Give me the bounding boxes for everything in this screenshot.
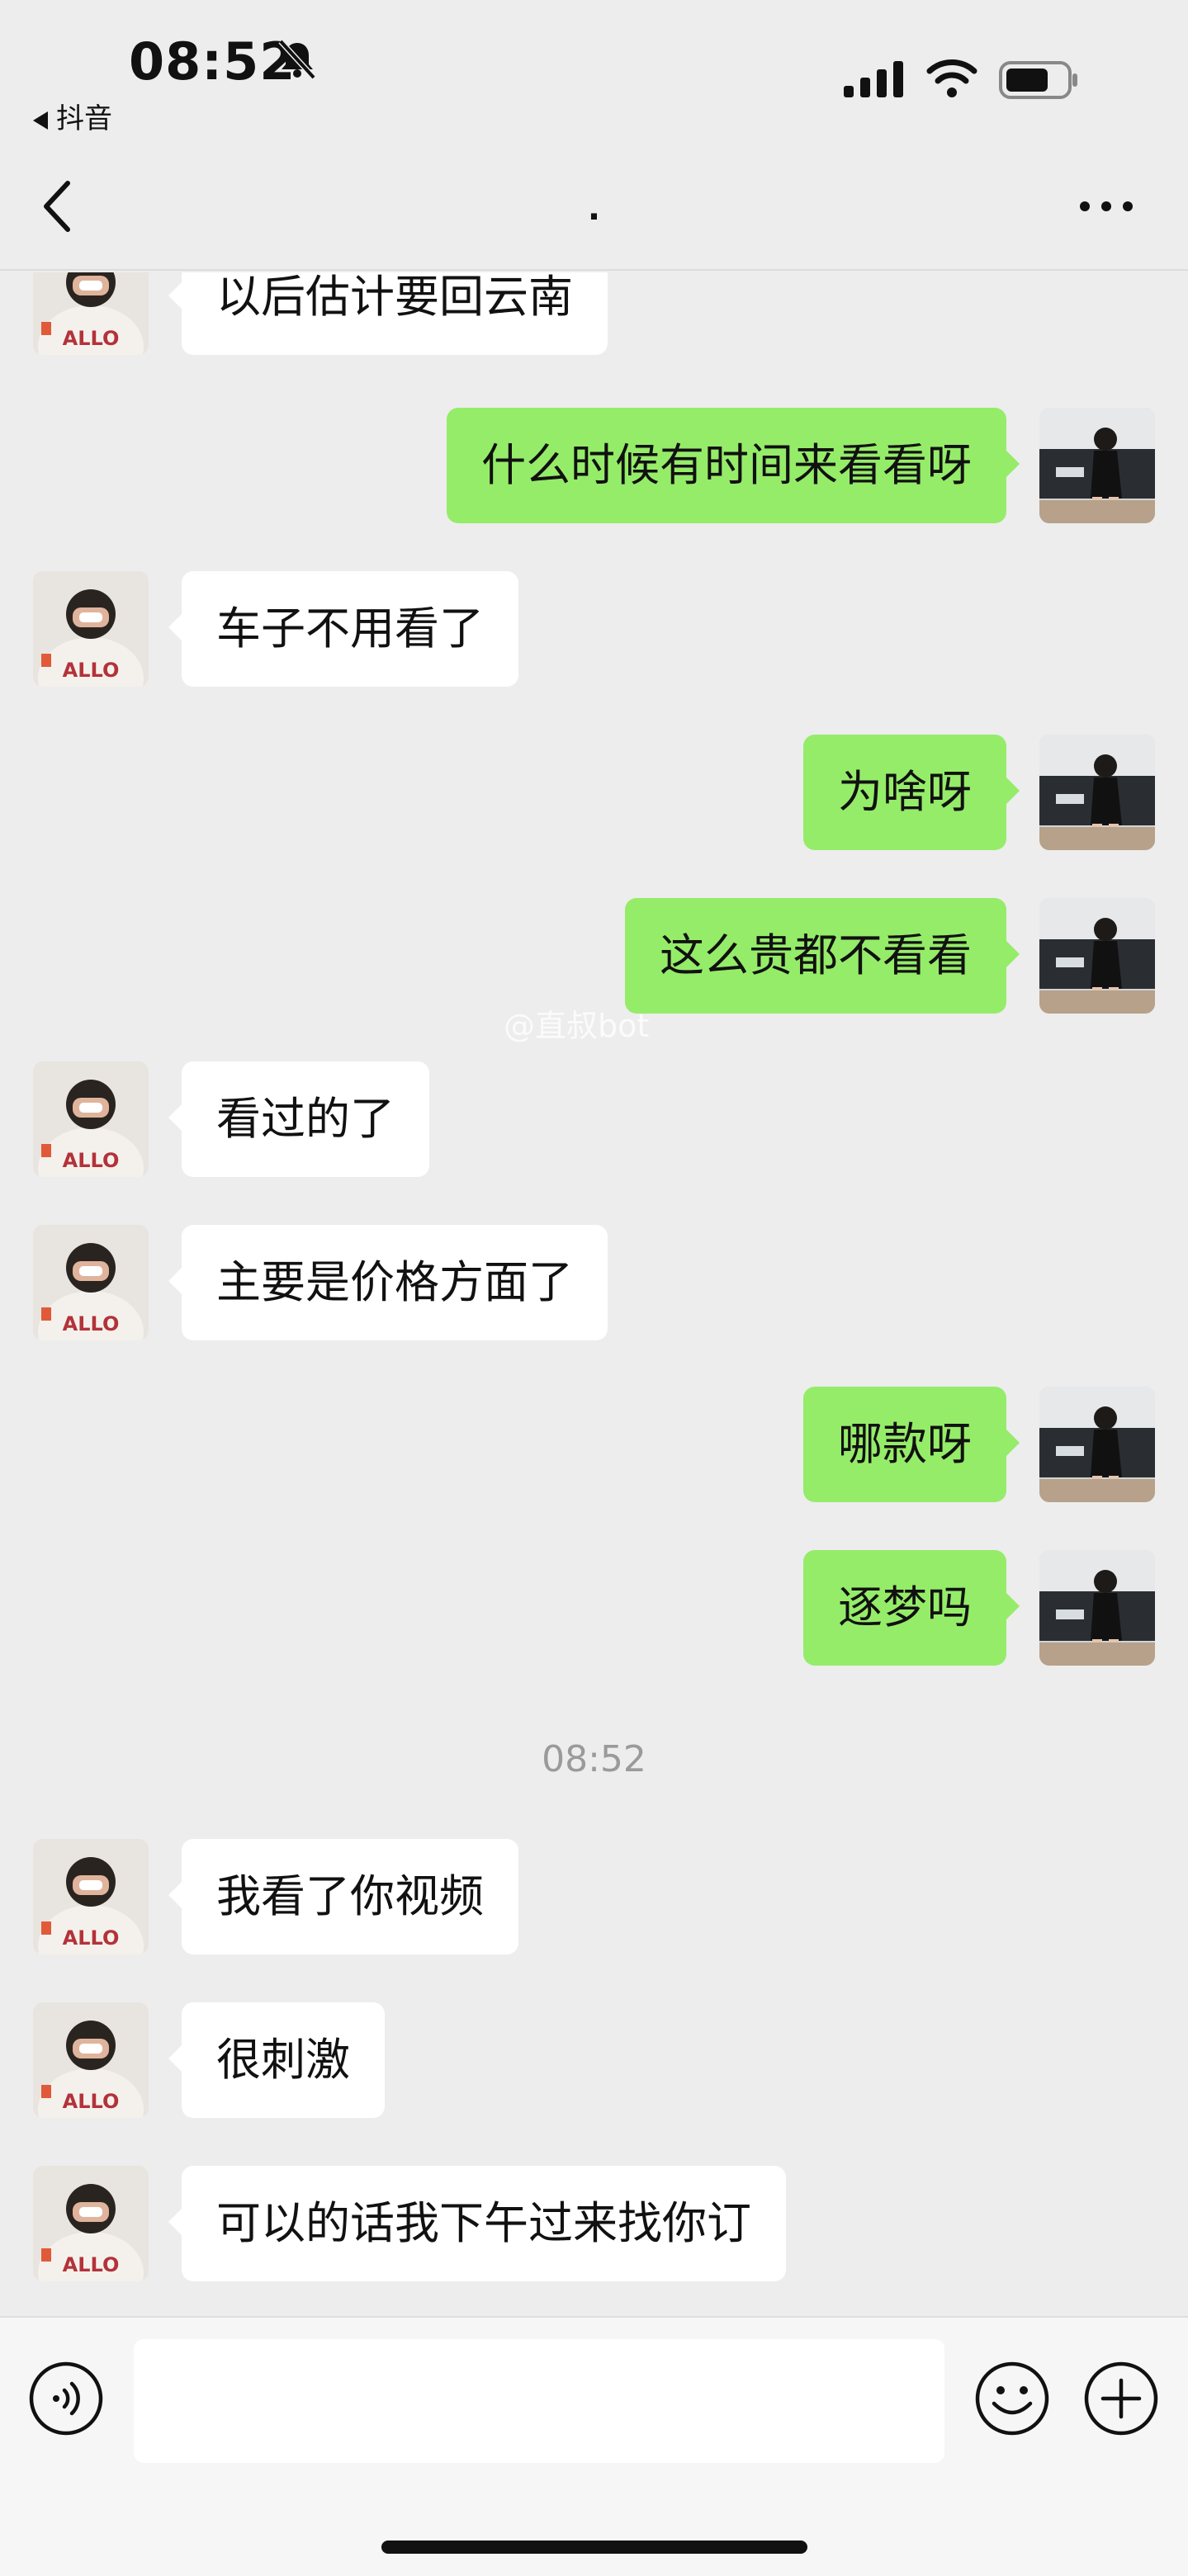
message-row: ALLO 车子不用看了 — [0, 571, 1188, 687]
message-bubble-received[interactable]: 我看了你视频 — [168, 1839, 518, 1954]
back-app-label: 抖音 — [56, 102, 112, 135]
input-bar — [0, 2316, 1188, 2576]
message-row: ALLO 很刺激 — [0, 2002, 1188, 2118]
emoji-icon[interactable] — [974, 2361, 1050, 2437]
my-avatar-image — [1039, 898, 1155, 1014]
contact-avatar-image: ALLO — [33, 1225, 149, 1340]
message-bubble-sent[interactable]: 哪款呀 — [803, 1387, 1020, 1502]
contact-avatar-image: ALLO — [33, 272, 149, 355]
my-avatar[interactable] — [1039, 1387, 1155, 1502]
message-row: ALLO 我看了你视频 — [0, 1839, 1188, 1954]
contact-avatar[interactable]: ALLO — [33, 1225, 149, 1340]
message-bubble-sent[interactable]: 逐梦吗 — [803, 1550, 1020, 1666]
bell-off-icon — [278, 39, 316, 80]
message-bubble-received[interactable]: 车子不用看了 — [168, 571, 518, 687]
my-avatar[interactable] — [1039, 898, 1155, 1014]
my-avatar[interactable] — [1039, 735, 1155, 850]
message-input[interactable] — [134, 2339, 944, 2463]
message-row: ALLO 主要是价格方面了 — [0, 1225, 1188, 1340]
my-avatar-image — [1039, 408, 1155, 523]
contact-avatar-image: ALLO — [33, 1839, 149, 1954]
svg-text:ALLO: ALLO — [63, 2253, 120, 2276]
message-timestamp: 08:52 — [542, 1738, 646, 1780]
message-bubble-sent[interactable]: 这么贵都不看看 — [625, 898, 1020, 1014]
svg-text:ALLO: ALLO — [63, 659, 120, 682]
message-bubble-received[interactable]: 很刺激 — [168, 2002, 385, 2118]
svg-text:ALLO: ALLO — [63, 1149, 120, 1172]
message-row: ALLO 看过的了 — [0, 1061, 1188, 1177]
message-row: 什么时候有时间来看看呀 — [0, 408, 1188, 523]
svg-text:ALLO: ALLO — [63, 1926, 120, 1950]
message-list[interactable]: ALLO 以后估计要回云南 什么时候有时间来看看呀 ALLO 车子不用看了 为啥… — [0, 272, 1188, 2315]
chat-header: . — [0, 140, 1188, 271]
my-avatar-image — [1039, 735, 1155, 850]
voice-icon[interactable] — [28, 2361, 104, 2437]
svg-text:ALLO: ALLO — [63, 1312, 120, 1335]
contact-avatar[interactable]: ALLO — [33, 571, 149, 687]
my-avatar[interactable] — [1039, 1550, 1155, 1666]
message-row: 为啥呀 — [0, 735, 1188, 850]
watermark-text: @直叔bot — [504, 1008, 650, 1044]
contact-avatar[interactable]: ALLO — [33, 272, 149, 355]
message-row: 这么贵都不看看 — [0, 898, 1188, 1014]
message-bubble-sent[interactable]: 什么时候有时间来看看呀 — [447, 408, 1020, 523]
my-avatar-image — [1039, 1387, 1155, 1502]
svg-text:ALLO: ALLO — [63, 2090, 120, 2113]
status-time: 08:52 — [129, 31, 296, 92]
back-arrow-icon — [33, 111, 48, 130]
message-row: 哪款呀 — [0, 1387, 1188, 1502]
message-row: 逐梦吗 — [0, 1550, 1188, 1666]
chat-title: . — [587, 190, 601, 228]
contact-avatar[interactable]: ALLO — [33, 1839, 149, 1954]
status-bar: 08:52 抖音 — [0, 0, 1188, 140]
contact-avatar[interactable]: ALLO — [33, 1061, 149, 1177]
message-bubble-received[interactable]: 以后估计要回云南 — [168, 272, 608, 355]
message-bubble-sent[interactable]: 为啥呀 — [803, 735, 1020, 850]
message-bubble-received[interactable]: 主要是价格方面了 — [168, 1225, 608, 1340]
my-avatar[interactable] — [1039, 408, 1155, 523]
contact-avatar[interactable]: ALLO — [33, 2002, 149, 2118]
back-to-app-link[interactable]: 抖音 — [33, 96, 112, 136]
message-row: ALLO 可以的话我下午过来找你订 — [0, 2166, 1188, 2281]
svg-text:ALLO: ALLO — [63, 327, 120, 350]
plus-icon[interactable] — [1083, 2361, 1159, 2437]
message-bubble-received[interactable]: 可以的话我下午过来找你订 — [168, 2166, 786, 2281]
wifi-icon — [926, 59, 977, 97]
contact-avatar-image: ALLO — [33, 2166, 149, 2281]
contact-avatar-image: ALLO — [33, 1061, 149, 1177]
more-icon[interactable] — [1073, 190, 1139, 223]
contact-avatar-image: ALLO — [33, 571, 149, 687]
message-bubble-received[interactable]: 看过的了 — [168, 1061, 429, 1177]
contact-avatar-image: ALLO — [33, 2002, 149, 2118]
my-avatar-image — [1039, 1550, 1155, 1666]
battery-icon — [999, 61, 1077, 99]
signal-icon — [844, 61, 903, 97]
contact-avatar[interactable]: ALLO — [33, 2166, 149, 2281]
message-row: ALLO 以后估计要回云南 — [0, 272, 1188, 355]
home-indicator[interactable] — [381, 2541, 807, 2554]
